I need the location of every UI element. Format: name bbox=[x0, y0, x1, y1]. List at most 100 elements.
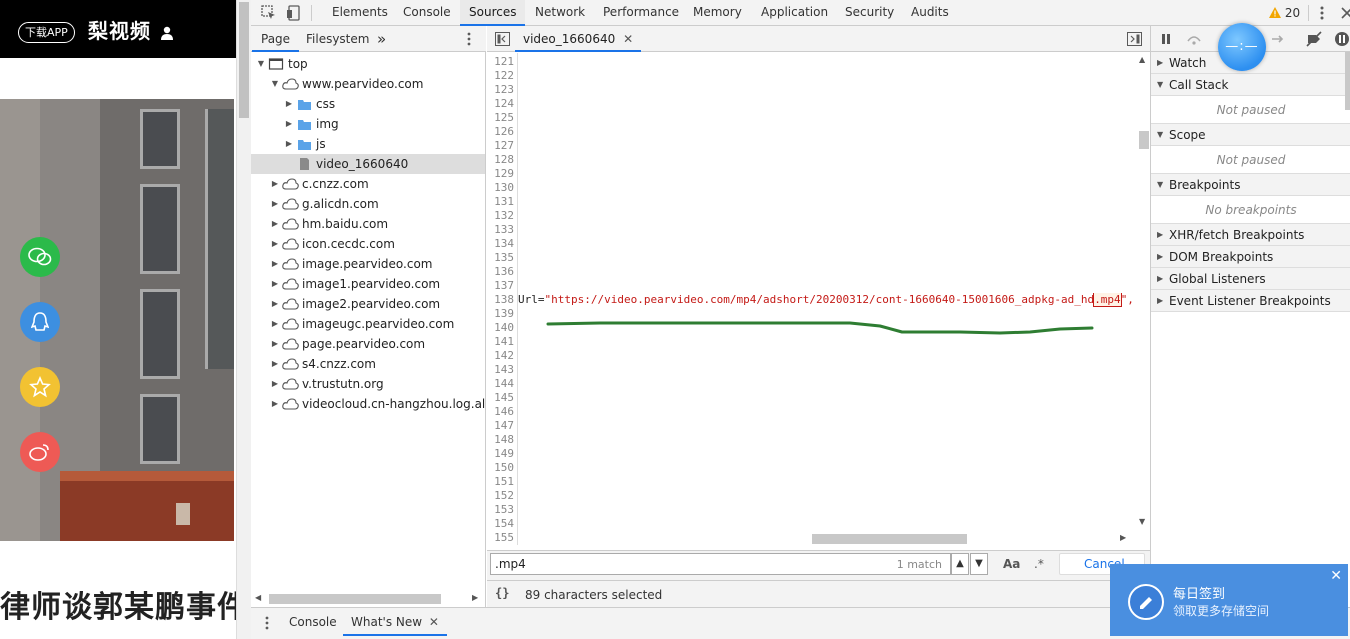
editor-vertical-scrollbar[interactable]: ▲ ▼ bbox=[1136, 53, 1150, 531]
pane-header[interactable]: ▼ Breakpoints bbox=[1151, 174, 1350, 196]
pane-header[interactable]: ▶ DOM Breakpoints bbox=[1151, 246, 1350, 268]
line-number[interactable]: 126 bbox=[487, 125, 514, 139]
page-scrollbar[interactable] bbox=[236, 0, 251, 639]
line-number[interactable]: 129 bbox=[487, 167, 514, 181]
line-number[interactable]: 153 bbox=[487, 503, 514, 517]
download-app-button[interactable]: 下载APP bbox=[18, 22, 75, 43]
drawer-menu-icon[interactable] bbox=[261, 615, 273, 631]
collapsed-arrow-icon[interactable]: ▶ bbox=[270, 274, 280, 294]
warnings-counter[interactable]: 20 bbox=[1269, 4, 1300, 22]
expanded-arrow-icon[interactable]: ▼ bbox=[256, 54, 266, 74]
page-scrollbar-thumb[interactable] bbox=[239, 2, 249, 118]
line-number[interactable]: 136 bbox=[487, 265, 514, 279]
line-number[interactable]: 151 bbox=[487, 475, 514, 489]
tree-item[interactable]: ▶ hm.baidu.com bbox=[251, 214, 485, 234]
code-line-138[interactable]: Url="https://video.pearvideo.com/mp4/ads… bbox=[518, 293, 1133, 307]
tab-performance[interactable]: Performance bbox=[594, 0, 688, 26]
deactivate-breakpoints-icon[interactable] bbox=[1305, 30, 1323, 48]
pane-header[interactable]: ▶ Global Listeners bbox=[1151, 268, 1350, 290]
line-number[interactable]: 141 bbox=[487, 335, 514, 349]
pane-header[interactable]: ▶ Event Listener Breakpoints bbox=[1151, 290, 1350, 312]
site-logo[interactable]: 梨视频 bbox=[88, 15, 151, 44]
line-number[interactable]: 121 bbox=[487, 55, 514, 69]
line-number[interactable]: 148 bbox=[487, 433, 514, 447]
line-number[interactable]: 135 bbox=[487, 251, 514, 265]
collapsed-arrow-icon[interactable]: ▶ bbox=[270, 334, 280, 354]
step-icon[interactable] bbox=[1269, 30, 1287, 48]
scroll-right-arrow-icon[interactable]: ▶ bbox=[1120, 533, 1126, 542]
tab-sources[interactable]: Sources bbox=[460, 0, 526, 26]
navigator-scroll-thumb[interactable] bbox=[269, 594, 441, 604]
more-options-icon[interactable] bbox=[1313, 4, 1331, 22]
pane-header[interactable]: ▼ Scope bbox=[1151, 124, 1350, 146]
tab-page[interactable]: Page bbox=[252, 26, 300, 52]
line-number[interactable]: 132 bbox=[487, 209, 514, 223]
tab-elements[interactable]: Elements bbox=[323, 0, 397, 26]
inspect-element-icon[interactable] bbox=[260, 4, 278, 22]
tree-item[interactable]: ▶ icon.cecdc.com bbox=[251, 234, 485, 254]
close-icon[interactable]: ✕ bbox=[1330, 568, 1342, 584]
close-devtools-icon[interactable] bbox=[1338, 4, 1350, 22]
tab-network[interactable]: Network bbox=[526, 0, 594, 26]
tree-item[interactable]: ▶ g.alicdn.com bbox=[251, 194, 485, 214]
line-number[interactable]: 122 bbox=[487, 69, 514, 83]
drawer-tab-console[interactable]: Console bbox=[281, 608, 345, 636]
navigator-horizontal-scrollbar[interactable]: ◀ ▶ bbox=[251, 589, 485, 606]
pane-header[interactable]: ▼ Call Stack bbox=[1151, 74, 1350, 96]
tab-application[interactable]: Application bbox=[752, 0, 837, 26]
collapsed-arrow-icon[interactable]: ▶ bbox=[270, 294, 280, 314]
collapsed-arrow-icon[interactable]: ▶ bbox=[270, 354, 280, 374]
wechat-share-button[interactable] bbox=[20, 237, 60, 277]
tab-console[interactable]: Console bbox=[394, 0, 460, 26]
scroll-left-arrow-icon[interactable]: ◀ bbox=[255, 593, 261, 602]
collapsed-arrow-icon[interactable]: ▶ bbox=[284, 114, 294, 134]
qq-share-button[interactable] bbox=[20, 302, 60, 342]
pretty-print-button[interactable]: {} bbox=[495, 586, 509, 600]
collapsed-arrow-icon[interactable]: ▶ bbox=[270, 234, 280, 254]
tree-item[interactable]: ▼ top bbox=[251, 54, 485, 74]
line-number[interactable]: 134 bbox=[487, 237, 514, 251]
line-number[interactable]: 137 bbox=[487, 279, 514, 293]
line-number[interactable]: 123 bbox=[487, 83, 514, 97]
regex-toggle[interactable]: .* bbox=[1034, 557, 1044, 571]
user-icon[interactable] bbox=[160, 26, 174, 40]
more-tabs-button[interactable]: » bbox=[368, 26, 395, 52]
tree-item[interactable]: ▶ image1.pearvideo.com bbox=[251, 274, 485, 294]
line-number[interactable]: 145 bbox=[487, 391, 514, 405]
previous-match-button[interactable]: ▲ bbox=[951, 553, 969, 575]
qzone-share-button[interactable] bbox=[20, 367, 60, 407]
line-number[interactable]: 152 bbox=[487, 489, 514, 503]
line-number[interactable]: 149 bbox=[487, 447, 514, 461]
tree-item[interactable]: ▶ js bbox=[251, 134, 485, 154]
line-number[interactable]: 133 bbox=[487, 223, 514, 237]
collapsed-arrow-icon[interactable]: ▶ bbox=[270, 254, 280, 274]
editor-horizontal-thumb[interactable] bbox=[812, 534, 967, 544]
line-number[interactable]: 147 bbox=[487, 419, 514, 433]
line-number[interactable]: 150 bbox=[487, 461, 514, 475]
editor-file-tab[interactable]: video_1660640 ✕ bbox=[515, 26, 642, 52]
line-number[interactable]: 154 bbox=[487, 517, 514, 531]
pause-on-exceptions-icon[interactable] bbox=[1333, 30, 1350, 48]
article-title[interactable]: 律师谈郭某鹏事件 bbox=[0, 582, 236, 626]
tab-filesystem[interactable]: Filesystem bbox=[297, 26, 378, 52]
next-match-button[interactable]: ▼ bbox=[970, 553, 988, 575]
tab-security[interactable]: Security bbox=[836, 0, 903, 26]
tab-audits[interactable]: Audits bbox=[902, 0, 958, 26]
weibo-share-button[interactable] bbox=[20, 432, 60, 472]
collapsed-arrow-icon[interactable]: ▶ bbox=[284, 134, 294, 154]
editor-vertical-thumb[interactable] bbox=[1139, 131, 1149, 149]
tree-item[interactable]: ▶ imageugc.pearvideo.com bbox=[251, 314, 485, 334]
line-number[interactable]: 142 bbox=[487, 349, 514, 363]
line-number[interactable]: 138 bbox=[487, 293, 514, 307]
scroll-down-arrow-icon[interactable]: ▼ bbox=[1139, 517, 1145, 526]
line-number[interactable]: 144 bbox=[487, 377, 514, 391]
line-number[interactable]: 124 bbox=[487, 97, 514, 111]
line-number[interactable]: 128 bbox=[487, 153, 514, 167]
search-input[interactable]: .mp4 1 match bbox=[490, 553, 951, 575]
tab-memory[interactable]: Memory bbox=[684, 0, 751, 26]
tree-item[interactable]: ▶ s4.cnzz.com bbox=[251, 354, 485, 374]
step-over-icon[interactable] bbox=[1185, 30, 1203, 48]
pane-header[interactable]: ▶ XHR/fetch Breakpoints bbox=[1151, 224, 1350, 246]
tree-item[interactable]: ▶ css bbox=[251, 94, 485, 114]
toggle-navigator-icon[interactable] bbox=[495, 32, 510, 46]
